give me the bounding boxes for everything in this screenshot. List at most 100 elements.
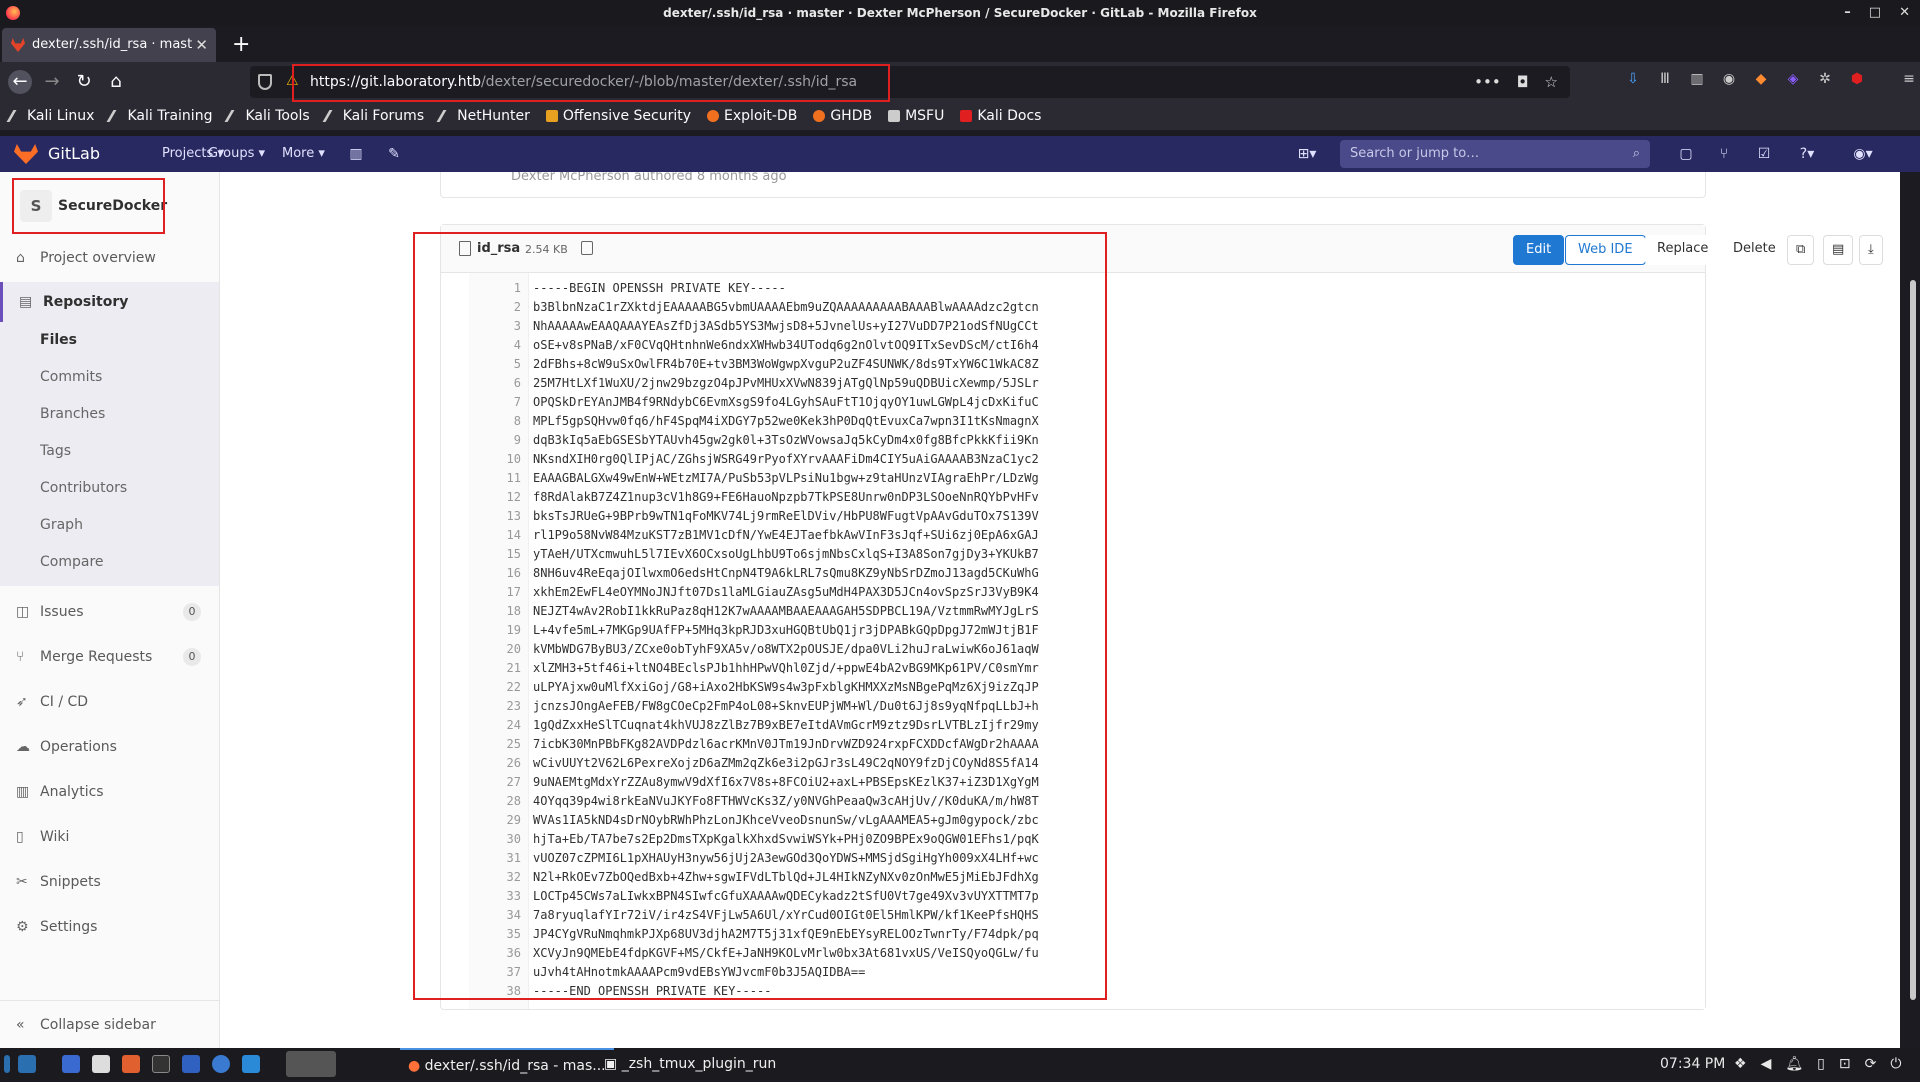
close-window-button[interactable]: ✕ — [1899, 0, 1910, 26]
download-icon[interactable]: ⤓ — [1859, 235, 1883, 265]
terminal-icon[interactable] — [152, 1055, 170, 1073]
home-button[interactable]: ⌂ — [104, 70, 128, 94]
gitlab-favicon-icon — [11, 38, 25, 52]
admin-wrench-icon[interactable]: ✎ — [384, 144, 404, 164]
window-title: dexter/.ssh/id_rsa · master · Dexter McP… — [663, 6, 1257, 20]
issues-header-icon[interactable]: ▢ — [1676, 144, 1696, 164]
sidebar-item-issues[interactable]: ◫ Issues 0 — [0, 592, 219, 632]
search-input[interactable]: Search or jump to… ⌕ — [1340, 140, 1650, 168]
burp-icon[interactable] — [122, 1055, 140, 1073]
bookmark-kali-docs[interactable]: Kali Docs — [960, 108, 1041, 124]
taskbar-app-firefox[interactable]: ● dexter/.ssh/id_rsa - mas... — [400, 1048, 614, 1082]
shield-icon[interactable] — [258, 74, 272, 90]
sidebar-sub-compare[interactable]: Compare — [0, 544, 219, 586]
sidebar-item-repository[interactable]: ▤ Repository — [0, 282, 219, 322]
dropbox-icon[interactable]: ❖ — [1734, 1048, 1747, 1080]
library-icon[interactable]: Ⅲ — [1656, 70, 1674, 88]
volume-icon[interactable]: ◀ — [1761, 1048, 1772, 1080]
sidebar-item-wiki[interactable]: ▯ Wiki — [0, 817, 219, 857]
issues-icon: ◫ — [16, 604, 30, 620]
bookmark-star-icon[interactable]: ☆ — [1545, 66, 1558, 98]
navigation-bar: ← → ↻ ⌂ ⚠ https://git.laboratory.htb/dex… — [0, 62, 1920, 102]
nav-more[interactable]: More ▾ — [282, 136, 325, 172]
bookmark-offensive-security[interactable]: Offensive Security — [545, 108, 691, 124]
power-icon[interactable]: ⏻ — [1890, 1048, 1901, 1080]
lock-screen-icon[interactable]: ⊡ — [1839, 1048, 1851, 1080]
bookmark-kali-linux[interactable]: Kali Linux — [6, 108, 94, 124]
new-dropdown-icon[interactable]: ⊞▾ — [1290, 144, 1324, 164]
taskbar-app-terminal[interactable]: ▣ _zsh_tmux_plugin_run — [604, 1048, 776, 1080]
sidebar-sub-files[interactable]: Files — [0, 322, 219, 359]
sidebar-icon[interactable]: ▥ — [1688, 70, 1706, 88]
reload-button[interactable]: ↻ — [72, 70, 96, 94]
replace-button[interactable]: Replace — [1645, 235, 1721, 265]
bookmark-kali-training[interactable]: Kali Training — [107, 108, 212, 124]
bookmark-kali-forums[interactable]: Kali Forums — [322, 108, 424, 124]
bookmark-exploit-db[interactable]: Exploit-DB — [707, 108, 797, 124]
todos-icon[interactable]: ☑ — [1754, 144, 1774, 164]
page-actions-icon[interactable]: ••• — [1474, 66, 1501, 98]
extensions-puzzle-icon[interactable]: ✲ — [1816, 70, 1834, 88]
sidebar-item-snippets[interactable]: ✂ Snippets — [0, 862, 219, 902]
sidebar-item-merge-requests[interactable]: ⑂ Merge Requests 0 — [0, 637, 219, 677]
sidebar-item-operations[interactable]: ☁ Operations — [0, 727, 219, 767]
desktop-icon[interactable] — [62, 1055, 80, 1073]
page-scrollbar[interactable] — [1910, 280, 1916, 1000]
kali-menu-icon[interactable] — [18, 1055, 36, 1073]
forward-button[interactable]: → — [40, 70, 64, 94]
pocket-icon[interactable]: ◘ — [1517, 66, 1529, 98]
file-manager-icon[interactable] — [92, 1055, 110, 1073]
sidebar-sub-contributors[interactable]: Contributors — [0, 470, 219, 507]
help-icon[interactable]: ?▾ — [1790, 144, 1824, 164]
copy-contents-icon[interactable]: ⧉ — [1787, 235, 1815, 265]
edit-button[interactable]: Edit — [1513, 235, 1565, 265]
user-avatar-icon[interactable]: ◉▾ — [1846, 144, 1880, 164]
firefox-launcher-icon[interactable] — [286, 1051, 336, 1077]
delete-button[interactable]: Delete — [1721, 235, 1788, 265]
raw-file-icon[interactable]: ▤ — [1823, 235, 1854, 265]
web-ide-button[interactable]: Web IDE — [1565, 235, 1646, 265]
minimize-button[interactable]: – — [1844, 0, 1851, 26]
sidebar-sub-commits[interactable]: Commits — [0, 359, 219, 396]
sidebar-item-settings[interactable]: ⚙ Settings — [0, 907, 219, 947]
account-icon[interactable]: ◉ — [1720, 70, 1738, 88]
gitlab-logo-icon[interactable] — [14, 144, 38, 164]
sidebar-item-ci-cd[interactable]: ➶ CI / CD — [0, 682, 219, 722]
gitlab-brand[interactable]: GitLab — [48, 136, 100, 172]
kali-icon — [6, 110, 26, 122]
workspace-indicator[interactable] — [4, 1055, 10, 1073]
clock[interactable]: 07:34 PM — [1660, 1048, 1725, 1080]
home-icon: ⌂ — [16, 250, 25, 266]
sidebar-item-project-overview[interactable]: ⌂ Project overview — [0, 238, 219, 278]
bookmarks-bar: Kali Linux Kali Training Kali Tools Kali… — [0, 102, 1920, 130]
nav-groups[interactable]: Groups ▾ — [208, 136, 265, 172]
sidebar-sub-tags[interactable]: Tags — [0, 433, 219, 470]
network-icon[interactable]: ⟳ — [1865, 1048, 1877, 1080]
downloads-icon[interactable]: ⇩ — [1624, 70, 1642, 88]
battery-icon[interactable]: ▯ — [1817, 1048, 1825, 1080]
foxyproxy-icon[interactable]: ◆ — [1752, 70, 1770, 88]
new-tab-button[interactable]: + — [232, 28, 250, 62]
sidebar-sub-graph[interactable]: Graph — [0, 507, 219, 544]
kali-icon — [436, 110, 456, 122]
vscode-icon[interactable] — [242, 1055, 260, 1073]
back-button[interactable]: ← — [8, 70, 32, 94]
maximize-button[interactable]: □ — [1869, 0, 1881, 26]
sidebar-sub-branches[interactable]: Branches — [0, 396, 219, 433]
bookmark-ghdb[interactable]: GHDB — [813, 108, 872, 124]
activity-chart-icon[interactable]: ▥ — [346, 144, 366, 164]
notification-bell-icon[interactable]: 🔔︎ — [1785, 1048, 1803, 1080]
menu-icon[interactable]: ≡ — [1900, 70, 1918, 88]
vm-icon[interactable] — [182, 1055, 200, 1073]
merge-requests-header-icon[interactable]: ⑂ — [1714, 144, 1734, 164]
extension-icon[interactable]: ◈ — [1784, 70, 1802, 88]
bookmark-msfu[interactable]: MSFU — [888, 108, 944, 124]
browser-tab[interactable]: dexter/.ssh/id_rsa · mast ✕ — [2, 28, 216, 62]
bookmark-kali-tools[interactable]: Kali Tools — [224, 108, 310, 124]
close-tab-icon[interactable]: ✕ — [195, 28, 208, 62]
ublock-icon[interactable]: ⬢ — [1848, 70, 1866, 88]
collapse-sidebar-button[interactable]: «Collapse sidebar — [0, 1000, 219, 1048]
bookmark-nethunter[interactable]: NetHunter — [436, 108, 530, 124]
browser-launcher-icon[interactable] — [212, 1055, 230, 1073]
sidebar-item-analytics[interactable]: ▥ Analytics — [0, 772, 219, 812]
